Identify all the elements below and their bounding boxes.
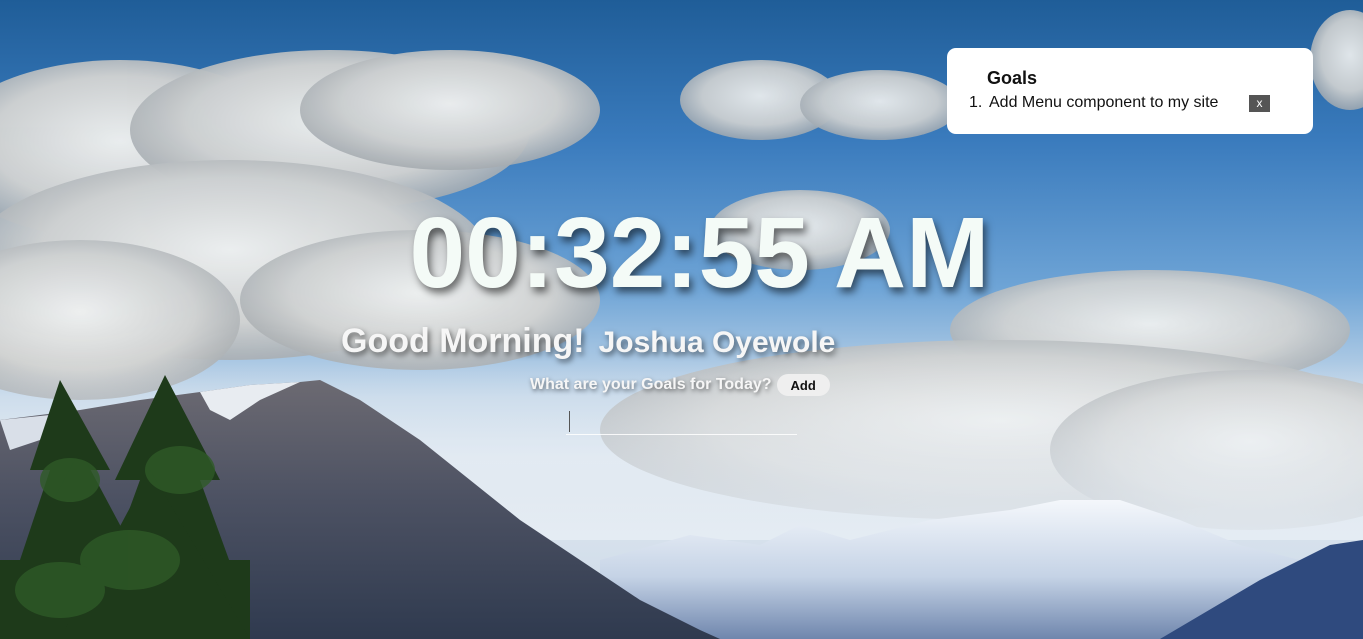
add-goal-button[interactable]: Add	[776, 374, 830, 396]
clock-display: 00:32:55 AM	[0, 196, 1363, 311]
remove-goal-button[interactable]: x	[1249, 94, 1270, 112]
goal-prompt-question: What are your Goals for Today?	[530, 376, 772, 393]
clock-time: 00:32:55 AM	[409, 197, 990, 309]
greeting: Good Morning! Joshua Oyewole	[341, 322, 835, 361]
goal-prompt-row: What are your Goals for Today? Add	[530, 374, 830, 396]
text-caret	[569, 411, 570, 432]
page-root: Goals 1. Add Menu component to my site x…	[0, 0, 1363, 639]
goal-text: Add Menu component to my site	[989, 94, 1219, 111]
goals-title: Goals	[987, 68, 1038, 88]
goals-panel: Goals 1. Add Menu component to my site x	[947, 48, 1313, 134]
goal-list-item: 1. Add Menu component to my site x	[969, 93, 1270, 113]
goals-list: 1. Add Menu component to my site x	[969, 93, 1270, 113]
goal-number: 1.	[969, 94, 983, 111]
goal-input[interactable]	[566, 410, 797, 435]
user-name: Joshua Oyewole	[598, 326, 836, 359]
greeting-salutation: Good Morning!	[341, 322, 585, 360]
